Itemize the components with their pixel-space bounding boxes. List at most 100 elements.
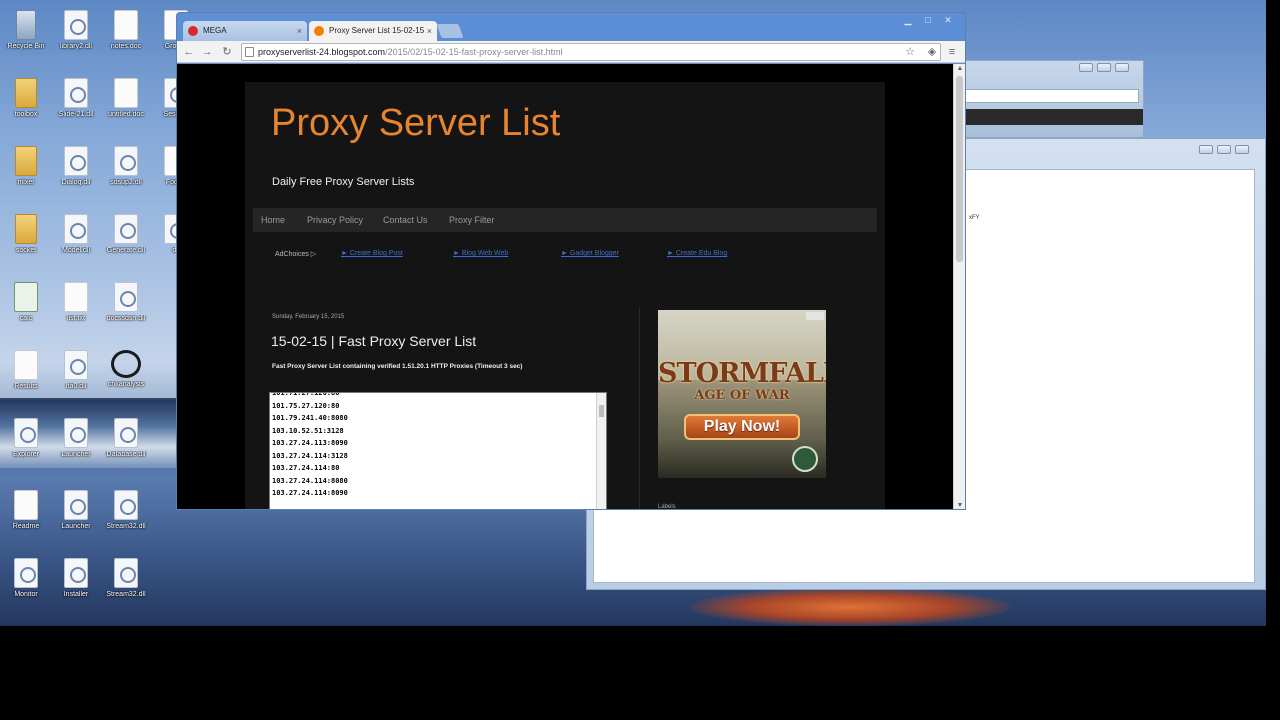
desktop-icon[interactable]: Generate.dll [100, 214, 152, 276]
close-tab-icon[interactable]: × [297, 21, 302, 41]
reload-icon[interactable]: ↻ [219, 44, 235, 60]
desktop-icon[interactable]: toolbox [0, 78, 52, 140]
tab-proxy-server-list[interactable]: Proxy Server List 15-02-15 × [309, 21, 437, 41]
nav-proxy-filter[interactable]: Proxy Filter [449, 208, 495, 232]
desktop-icon-label: Launcher [61, 523, 91, 530]
file-icon [64, 558, 88, 588]
desktop-icon[interactable]: Database.dll [100, 418, 152, 480]
ad-link[interactable]: Create Edu Blog [667, 250, 727, 257]
desktop-icon[interactable]: Launcher [50, 490, 102, 552]
desktop-icon-label: Launcher [61, 451, 91, 458]
close-icon[interactable] [1115, 63, 1129, 72]
desktop-icon-label: Monitor [14, 591, 38, 598]
proxy-entry: 101.71.27.120:80 [272, 392, 340, 397]
close-icon[interactable] [1235, 145, 1249, 154]
nav-contact-us[interactable]: Contact Us [383, 208, 428, 232]
file-icon [114, 490, 138, 520]
background-window-small[interactable] [960, 60, 1144, 138]
page-scrollbar[interactable]: ▲ ▼ [953, 64, 965, 509]
desktop-icon[interactable]: Recycle Bin [0, 10, 52, 72]
window-strip [961, 109, 1143, 125]
ad-link[interactable]: Gadget Blogger [561, 250, 619, 257]
desktop-icon[interactable]: untitled.doc [100, 78, 152, 140]
ad-link[interactable]: Blog Web Web [453, 250, 508, 257]
scroll-up-icon[interactable]: ▲ [955, 64, 965, 74]
post-title[interactable]: 15-02-15 | Fast Proxy Server List [271, 333, 476, 349]
desktop-icon[interactable]: Ita0.dll [50, 350, 102, 412]
desktop-icon[interactable]: Installer [50, 558, 102, 620]
proxy-entry: 101.75.27.120:80 [272, 401, 340, 410]
minimize-icon[interactable] [1199, 145, 1213, 154]
desktop-icon-label: sdsup2.dll [110, 179, 142, 186]
textarea-scrollbar[interactable] [596, 393, 606, 509]
desktop-icon-label: Ita0.dll [65, 383, 87, 390]
ad-game-title: STORMFALL [658, 358, 826, 389]
menu-icon[interactable]: ≡ [945, 45, 959, 59]
close-icon[interactable]: ✕ [939, 13, 957, 29]
desktop-icon-label: Readme [12, 523, 40, 530]
bookmark-star-icon[interactable]: ☆ [903, 45, 917, 59]
adchoices-label[interactable]: AdChoices ▷ [275, 251, 316, 258]
folder-icon [15, 214, 37, 244]
desktop-icon[interactable]: chkanalysis [100, 350, 152, 412]
desktop-icon[interactable]: notes.doc [100, 10, 152, 72]
desktop-icon[interactable]: docssdsn.dll [100, 282, 152, 344]
desktop-icon[interactable]: list.txt [50, 282, 102, 344]
tab-mega[interactable]: MEGA × [183, 21, 307, 41]
maximize-icon[interactable] [1097, 63, 1111, 72]
new-tab-button[interactable] [436, 24, 464, 38]
close-tab-icon[interactable]: × [427, 21, 432, 41]
desktop-icon[interactable]: Readme [0, 490, 52, 552]
desktop-icon[interactable]: Model.dll [50, 214, 102, 276]
minimize-icon[interactable]: ▁ [899, 13, 917, 29]
file-icon [64, 418, 88, 448]
address-bar[interactable]: proxyserverlist-24.blogspot.com/2015/02/… [241, 43, 941, 61]
letterbox-bottom [0, 626, 1280, 720]
desktop-icon[interactable]: Stream32.dll [100, 490, 152, 552]
blog-title[interactable]: Proxy Server List [271, 102, 560, 145]
desktop-icon-label: Slide-21.dll [58, 111, 94, 118]
forward-arrow-icon[interactable]: → [199, 44, 215, 60]
ad-badge-icon[interactable] [806, 312, 824, 320]
nav-home[interactable]: Home [261, 208, 285, 232]
stormfall-ad-banner[interactable]: STORMFALL AGE OF WAR Play Now! [658, 310, 826, 478]
doc-icon [14, 490, 38, 520]
desktop-icon[interactable]: library2.dll [50, 10, 102, 72]
proxy-entry: 101.79.241.40:8080 [272, 414, 348, 422]
address-field[interactable] [965, 89, 1139, 103]
desktop-icon[interactable]: Results [0, 350, 52, 412]
browser-window[interactable]: MEGA × Proxy Server List 15-02-15 × ▁ □ … [176, 12, 966, 510]
blog-nav: Home Privacy Policy Contact Us Proxy Fil… [253, 208, 877, 232]
maximize-icon[interactable]: □ [919, 13, 937, 29]
desktop-icon[interactable]: calc [0, 282, 52, 344]
desktop-icon-label: toolbox [14, 111, 38, 118]
desktop-icon[interactable]: Monitor [0, 558, 52, 620]
desktop-icon[interactable]: Explorer [0, 418, 52, 480]
desktop-icon[interactable]: mixer [0, 146, 52, 208]
post-intro: Fast Proxy Server List containing verifi… [272, 363, 523, 370]
play-now-button[interactable]: Play Now! [684, 414, 800, 440]
proxy-list-textarea[interactable]: 101.71.27.120:80 101.75.27.120:80 101.79.2… [269, 392, 607, 509]
desktop-icon[interactable]: Dialog.dll [50, 146, 102, 208]
file-icon [114, 418, 138, 448]
back-arrow-icon[interactable]: ← [181, 44, 197, 60]
desktop-icon-label: Dialog.dll [61, 179, 91, 186]
desktop-icon[interactable]: Launcher [50, 418, 102, 480]
maximize-icon[interactable] [1217, 145, 1231, 154]
desktop-icon[interactable]: sdsup2.dll [100, 146, 152, 208]
desktop-icon[interactable]: Slide-21.dll [50, 78, 102, 140]
page-viewport[interactable]: Proxy Server List Daily Free Proxy Serve… [177, 64, 953, 509]
scrollbar-thumb[interactable] [956, 76, 963, 262]
desktop-icon-label: Results [14, 383, 38, 390]
nav-privacy-policy[interactable]: Privacy Policy [307, 208, 363, 232]
ad-link[interactable]: Create Blog Post [341, 250, 403, 257]
desktop-icon[interactable]: Stream32.dll [100, 558, 152, 620]
xls-icon [14, 282, 38, 312]
extension-icon[interactable]: ◈ [925, 45, 939, 59]
desktop-icon[interactable]: socket [0, 214, 52, 276]
tab-title: Proxy Server List 15-02-15 [329, 26, 425, 35]
proxy-entry: 103.27.24.113:8090 [272, 439, 348, 447]
desktop-icon-label: calc [19, 315, 33, 322]
scroll-down-icon[interactable]: ▼ [955, 501, 965, 509]
minimize-icon[interactable] [1079, 63, 1093, 72]
